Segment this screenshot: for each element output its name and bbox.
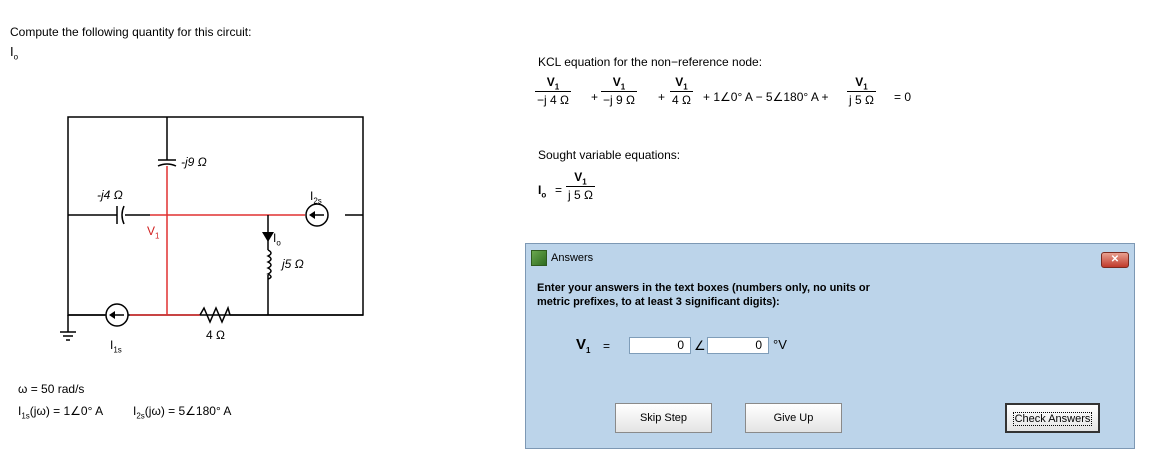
- answers-dialog: Answers ✕ Enter your answers in the text…: [525, 243, 1135, 449]
- answer-var-label: V1: [576, 336, 591, 355]
- kcl-term4: V1 j 5 Ω: [847, 75, 876, 108]
- angle-input[interactable]: 0: [707, 337, 769, 354]
- kcl-heading: KCL equation for the non−reference node:: [538, 55, 763, 69]
- dialog-titlebar[interactable]: Answers ✕: [526, 244, 1134, 272]
- kcl-sources: + 1∠0° A − 5∠180° A +: [703, 90, 829, 104]
- kcl-term2: V1 −j 9 Ω: [601, 75, 637, 108]
- check-answers-button[interactable]: Check Answers: [1005, 403, 1100, 433]
- sought-lhs: Io: [538, 183, 547, 200]
- sought-heading: Sought variable equations:: [538, 148, 681, 162]
- current-source-i2s: [305, 203, 329, 227]
- skip-step-button[interactable]: Skip Step: [615, 403, 712, 433]
- inductor-label: j5 Ω: [282, 257, 304, 271]
- give-up-button[interactable]: Give Up: [745, 403, 842, 433]
- io-label: Io: [273, 231, 281, 248]
- close-button[interactable]: ✕: [1101, 252, 1129, 268]
- kcl-equals-zero: = 0: [894, 90, 912, 104]
- cap-j4-label: -j4 Ω: [97, 188, 123, 202]
- kcl-plus1: +: [591, 90, 599, 104]
- sought-equals: =: [555, 183, 563, 197]
- quantity-label: Io: [10, 44, 19, 62]
- cap-j9-label: -j9 Ω: [181, 155, 207, 169]
- kcl-term3: V1 4 Ω: [670, 75, 693, 108]
- dialog-title: Answers: [551, 252, 594, 264]
- resistor-label: 4 Ω: [206, 328, 225, 342]
- unit-label: °V: [773, 337, 787, 352]
- app-icon: [531, 250, 547, 266]
- kcl-term1: V1 −j 4 Ω: [535, 75, 571, 108]
- sought-fraction: V1 j 5 Ω: [566, 170, 595, 203]
- prompt-text: Compute the following quantity for this …: [10, 25, 252, 39]
- i2s-value: I2s(jω) = 5∠180° A: [133, 404, 232, 421]
- answer-equals: =: [603, 339, 611, 353]
- circuit-diagram: [60, 116, 364, 341]
- source-i1s-label: I1s: [110, 338, 122, 355]
- omega-value: ω = 50 rad/s: [18, 382, 85, 396]
- i1s-value: I1s(jω) = 1∠0° A: [18, 404, 104, 421]
- capacitor-j4-symbol: [116, 205, 125, 225]
- capacitor-j9-symbol: [157, 159, 177, 167]
- current-source-i1s: [105, 303, 129, 327]
- magnitude-input[interactable]: 0: [629, 337, 691, 354]
- kcl-plus2: +: [658, 90, 666, 104]
- source-i2s-label: I2s: [310, 189, 322, 206]
- inductor-symbol: [266, 249, 272, 280]
- node-v1-label: V1: [147, 224, 160, 241]
- dialog-instructions: Enter your answers in the text boxes (nu…: [537, 282, 870, 308]
- angle-symbol: ∠: [694, 338, 706, 353]
